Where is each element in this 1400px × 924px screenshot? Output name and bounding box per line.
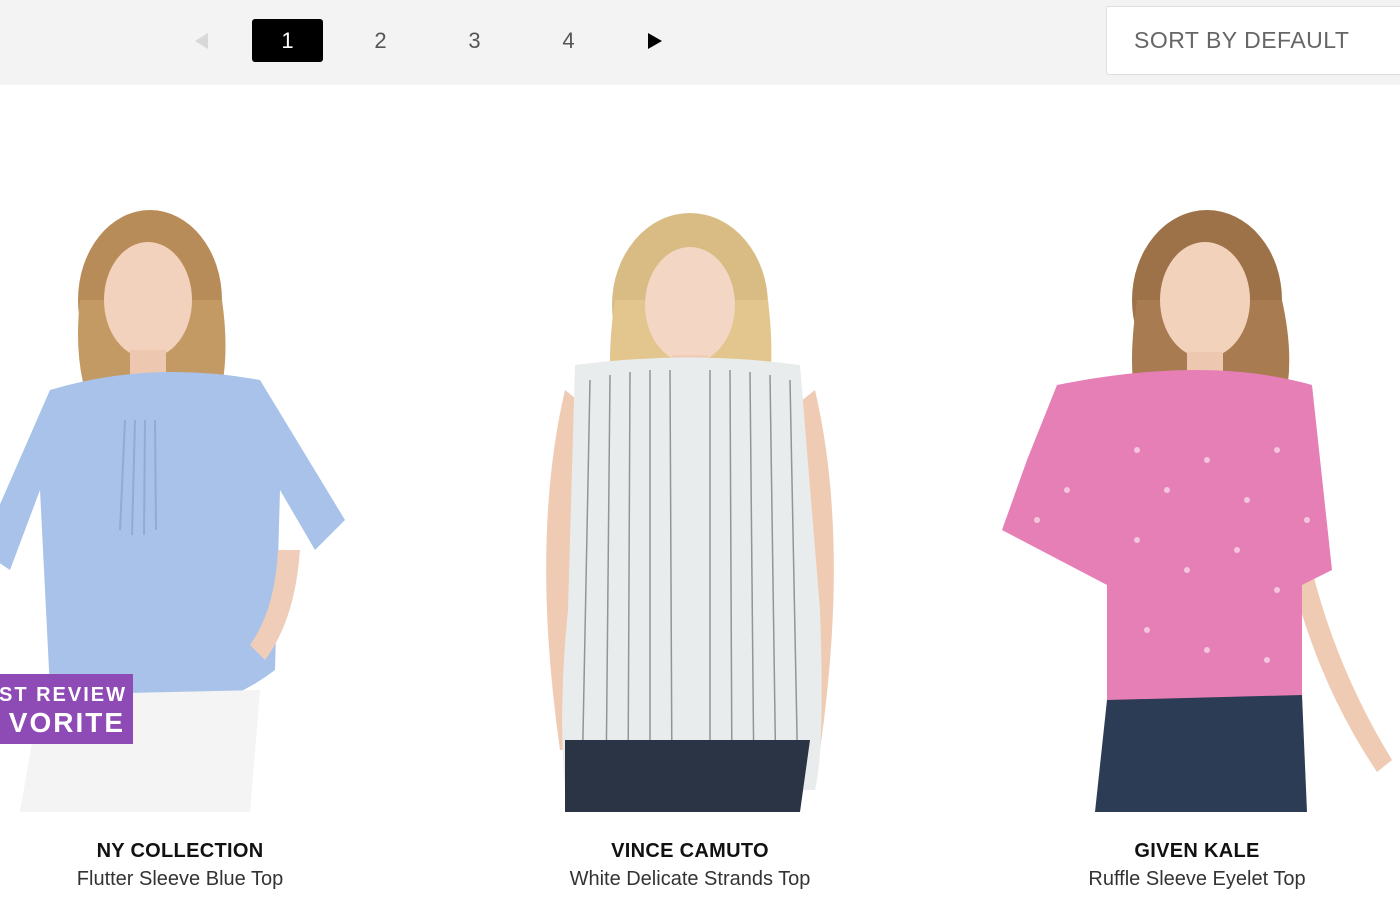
- product-card[interactable]: NY COLLECTION Flutter Sleeve Blue Top: [0, 190, 400, 910]
- product-name[interactable]: White Delicate Strands Top: [470, 868, 910, 891]
- page-3-button[interactable]: 3: [439, 19, 510, 62]
- product-image[interactable]: [470, 190, 910, 812]
- page-2-button[interactable]: 2: [345, 19, 416, 62]
- sort-dropdown[interactable]: SORT BY DEFAULT: [1106, 6, 1400, 75]
- product-name[interactable]: Flutter Sleeve Blue Top: [0, 868, 400, 891]
- best-review-favorite-badge: ST REVIEW VORITE: [0, 674, 133, 744]
- page-4-button[interactable]: 4: [533, 19, 604, 62]
- product-brand[interactable]: NY COLLECTION: [0, 840, 400, 863]
- page-1-button[interactable]: 1: [252, 19, 323, 62]
- pagination: 1 2 3 4: [0, 0, 700, 85]
- product-image[interactable]: [977, 190, 1400, 812]
- product-name[interactable]: Ruffle Sleeve Eyelet Top: [977, 868, 1400, 891]
- next-page-icon[interactable]: [641, 28, 667, 54]
- product-card[interactable]: VINCE CAMUTO White Delicate Strands Top: [470, 190, 910, 910]
- product-brand[interactable]: VINCE CAMUTO: [470, 840, 910, 863]
- product-brand[interactable]: GIVEN KALE: [977, 840, 1400, 863]
- sort-label: SORT BY DEFAULT: [1134, 27, 1350, 53]
- product-card[interactable]: GIVEN KALE Ruffle Sleeve Eyelet Top: [977, 190, 1400, 910]
- cut-off-text-fragment: :: [0, 140, 2, 160]
- previous-page-icon[interactable]: [189, 28, 215, 54]
- top-toolbar: 1 2 3 4 SORT BY DEFAULT: [0, 0, 1400, 85]
